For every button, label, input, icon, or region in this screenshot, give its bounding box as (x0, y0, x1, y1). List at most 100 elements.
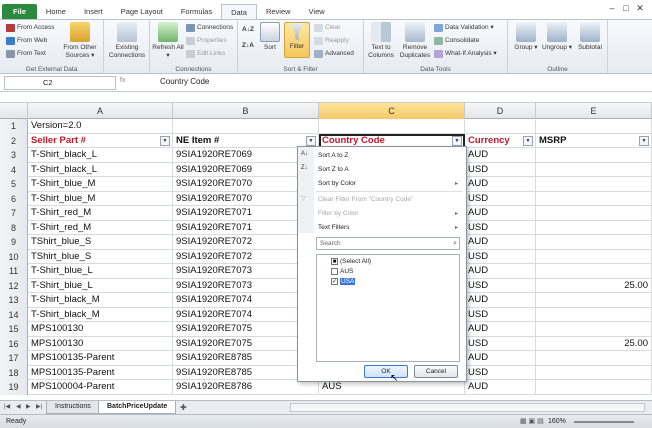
tab-file[interactable]: File (2, 4, 37, 19)
cell-b[interactable]: 9SIA1920RE8786 (173, 380, 319, 395)
cell-e[interactable] (536, 307, 652, 322)
cell-d[interactable]: AUD (465, 380, 536, 395)
cell-d[interactable]: AUD (465, 351, 536, 366)
row-header[interactable]: 10 (0, 249, 28, 264)
first-sheet-icon[interactable]: |◀ (4, 403, 10, 410)
new-sheet-icon[interactable]: ✚ (180, 403, 187, 412)
cell-e[interactable] (536, 351, 652, 366)
cell-a[interactable]: T-Shirt_blue_M (28, 177, 173, 192)
cell-e[interactable] (536, 380, 652, 395)
tab-review[interactable]: Review (257, 4, 300, 19)
cell-d[interactable]: AUD (465, 235, 536, 250)
cell-a[interactable]: T-Shirt_blue_M (28, 191, 173, 206)
cell-e[interactable] (536, 220, 652, 235)
cell-e[interactable] (536, 191, 652, 206)
menu-sort-z-to-a[interactable]: Sort Z to A (318, 166, 349, 173)
cell-e[interactable] (536, 293, 652, 308)
sheet-tab-batchpriceupdate[interactable]: BatchPriceUpdate (98, 401, 177, 414)
cell-a[interactable]: MPS100130 (28, 322, 173, 337)
column-header-c[interactable]: C (319, 103, 465, 119)
row-header[interactable]: 2 (0, 133, 28, 148)
cell-d[interactable]: USD (465, 307, 536, 322)
ungroup-button[interactable]: Ungroup ▾ (542, 22, 572, 52)
cell-a[interactable]: T-Shirt_blue_L (28, 278, 173, 293)
cell-a[interactable]: Seller Part # ▼ (28, 133, 173, 148)
cell-a[interactable]: T-Shirt_black_M (28, 293, 173, 308)
filter-search-input[interactable]: Search ⌕ (316, 237, 460, 250)
horizontal-scrollbar[interactable] (290, 403, 645, 412)
tab-formulas[interactable]: Formulas (172, 4, 221, 19)
filter-dropdown-icon[interactable]: ▼ (452, 135, 462, 146)
cell-d[interactable]: USD (465, 162, 536, 177)
cell-d[interactable]: USD (465, 365, 536, 380)
row-header[interactable]: 6 (0, 191, 28, 206)
cell-a[interactable]: T-Shirt_black_L (28, 148, 173, 163)
sort-button[interactable]: Sort (260, 22, 280, 52)
cell-a[interactable]: T-Shirt_blue_L (28, 264, 173, 279)
filter-item-aus[interactable]: AUS (331, 268, 353, 275)
advanced-button[interactable]: Advanced (314, 50, 354, 58)
sort-descending-button[interactable]: Z↓A (242, 42, 254, 50)
cell-a[interactable]: MPS100130 (28, 336, 173, 351)
menu-text-filters[interactable]: Text Filters (318, 224, 349, 231)
row-header[interactable]: 8 (0, 220, 28, 235)
existing-connections-button[interactable]: Existing Connections (106, 22, 148, 59)
filter-item-usa[interactable]: ✓ USA (331, 278, 356, 285)
cancel-button[interactable]: Cancel (414, 365, 458, 378)
cell-e[interactable]: 25.00 (536, 336, 652, 351)
prev-sheet-icon[interactable]: ◀ (16, 403, 21, 410)
filter-dropdown-icon[interactable]: ▼ (306, 135, 316, 146)
edit-links-button[interactable]: Edit Links (186, 50, 225, 58)
cell-a[interactable]: MPS100135-Parent (28, 365, 173, 380)
filter-dropdown-icon[interactable]: ▼ (160, 135, 170, 146)
column-header-a[interactable]: A (28, 103, 173, 119)
from-access-button[interactable]: From Access (6, 24, 55, 32)
close-button[interactable]: ✕ (634, 3, 646, 14)
cell-e[interactable] (536, 177, 652, 192)
sort-ascending-button[interactable]: A↓Z (242, 26, 254, 34)
what-if-analysis-button[interactable]: What-If Analysis ▾ (434, 50, 497, 58)
cell-e[interactable] (536, 322, 652, 337)
row-header[interactable]: 15 (0, 322, 28, 337)
cell-e[interactable] (536, 249, 652, 264)
tab-view[interactable]: View (300, 4, 334, 19)
cell-d[interactable]: AUD (465, 148, 536, 163)
connections-button[interactable]: Connections (186, 24, 233, 32)
column-header-e[interactable]: E (536, 103, 652, 119)
tab-page-layout[interactable]: Page Layout (112, 4, 172, 19)
cell-e[interactable]: 25.00 (536, 278, 652, 293)
menu-sort-by-color[interactable]: Sort by Color (318, 180, 356, 187)
refresh-all-button[interactable]: Refresh All ▾ (152, 22, 184, 59)
row-header[interactable]: 14 (0, 307, 28, 322)
cell-a[interactable]: TShirt_blue_S (28, 249, 173, 264)
minimize-button[interactable]: ‒ (606, 3, 618, 14)
cell-a[interactable]: T-Shirt_black_M (28, 307, 173, 322)
row-header[interactable]: 13 (0, 293, 28, 308)
cell-a[interactable]: TShirt_blue_S (28, 235, 173, 250)
last-sheet-icon[interactable]: ▶| (36, 403, 42, 410)
maximize-button[interactable]: □ (620, 3, 632, 14)
formula-input[interactable]: Country Code (160, 77, 209, 86)
subtotal-button[interactable]: Subtotal (574, 22, 606, 52)
checkbox[interactable]: ✓ (331, 278, 338, 285)
checkbox[interactable]: ■ (331, 258, 338, 265)
next-sheet-icon[interactable]: ▶ (26, 403, 31, 410)
cell-a[interactable]: MPS100004-Parent (28, 380, 173, 395)
cell-d[interactable]: AUD (465, 322, 536, 337)
column-header-b[interactable]: B (173, 103, 319, 119)
cell-d[interactable] (465, 119, 536, 134)
sheet-tab-instructions[interactable]: Instructions (46, 401, 100, 414)
cell-d[interactable]: AUD (465, 264, 536, 279)
zoom-level[interactable]: 160% (548, 415, 566, 428)
row-header[interactable]: 1 (0, 119, 28, 134)
row-header[interactable]: 3 (0, 148, 28, 163)
tab-insert[interactable]: Insert (75, 4, 112, 19)
filter-item-select-all[interactable]: ■ (Select All) (331, 258, 371, 265)
menu-clear-filter[interactable]: Clear Filter From "Country Code" (318, 196, 413, 203)
row-header[interactable]: 4 (0, 162, 28, 177)
cell-c[interactable] (319, 119, 465, 134)
consolidate-button[interactable]: Consolidate (434, 37, 479, 45)
remove-duplicates-button[interactable]: Remove Duplicates (398, 22, 432, 59)
cell-e[interactable] (536, 119, 652, 134)
select-all-corner[interactable] (0, 103, 28, 119)
